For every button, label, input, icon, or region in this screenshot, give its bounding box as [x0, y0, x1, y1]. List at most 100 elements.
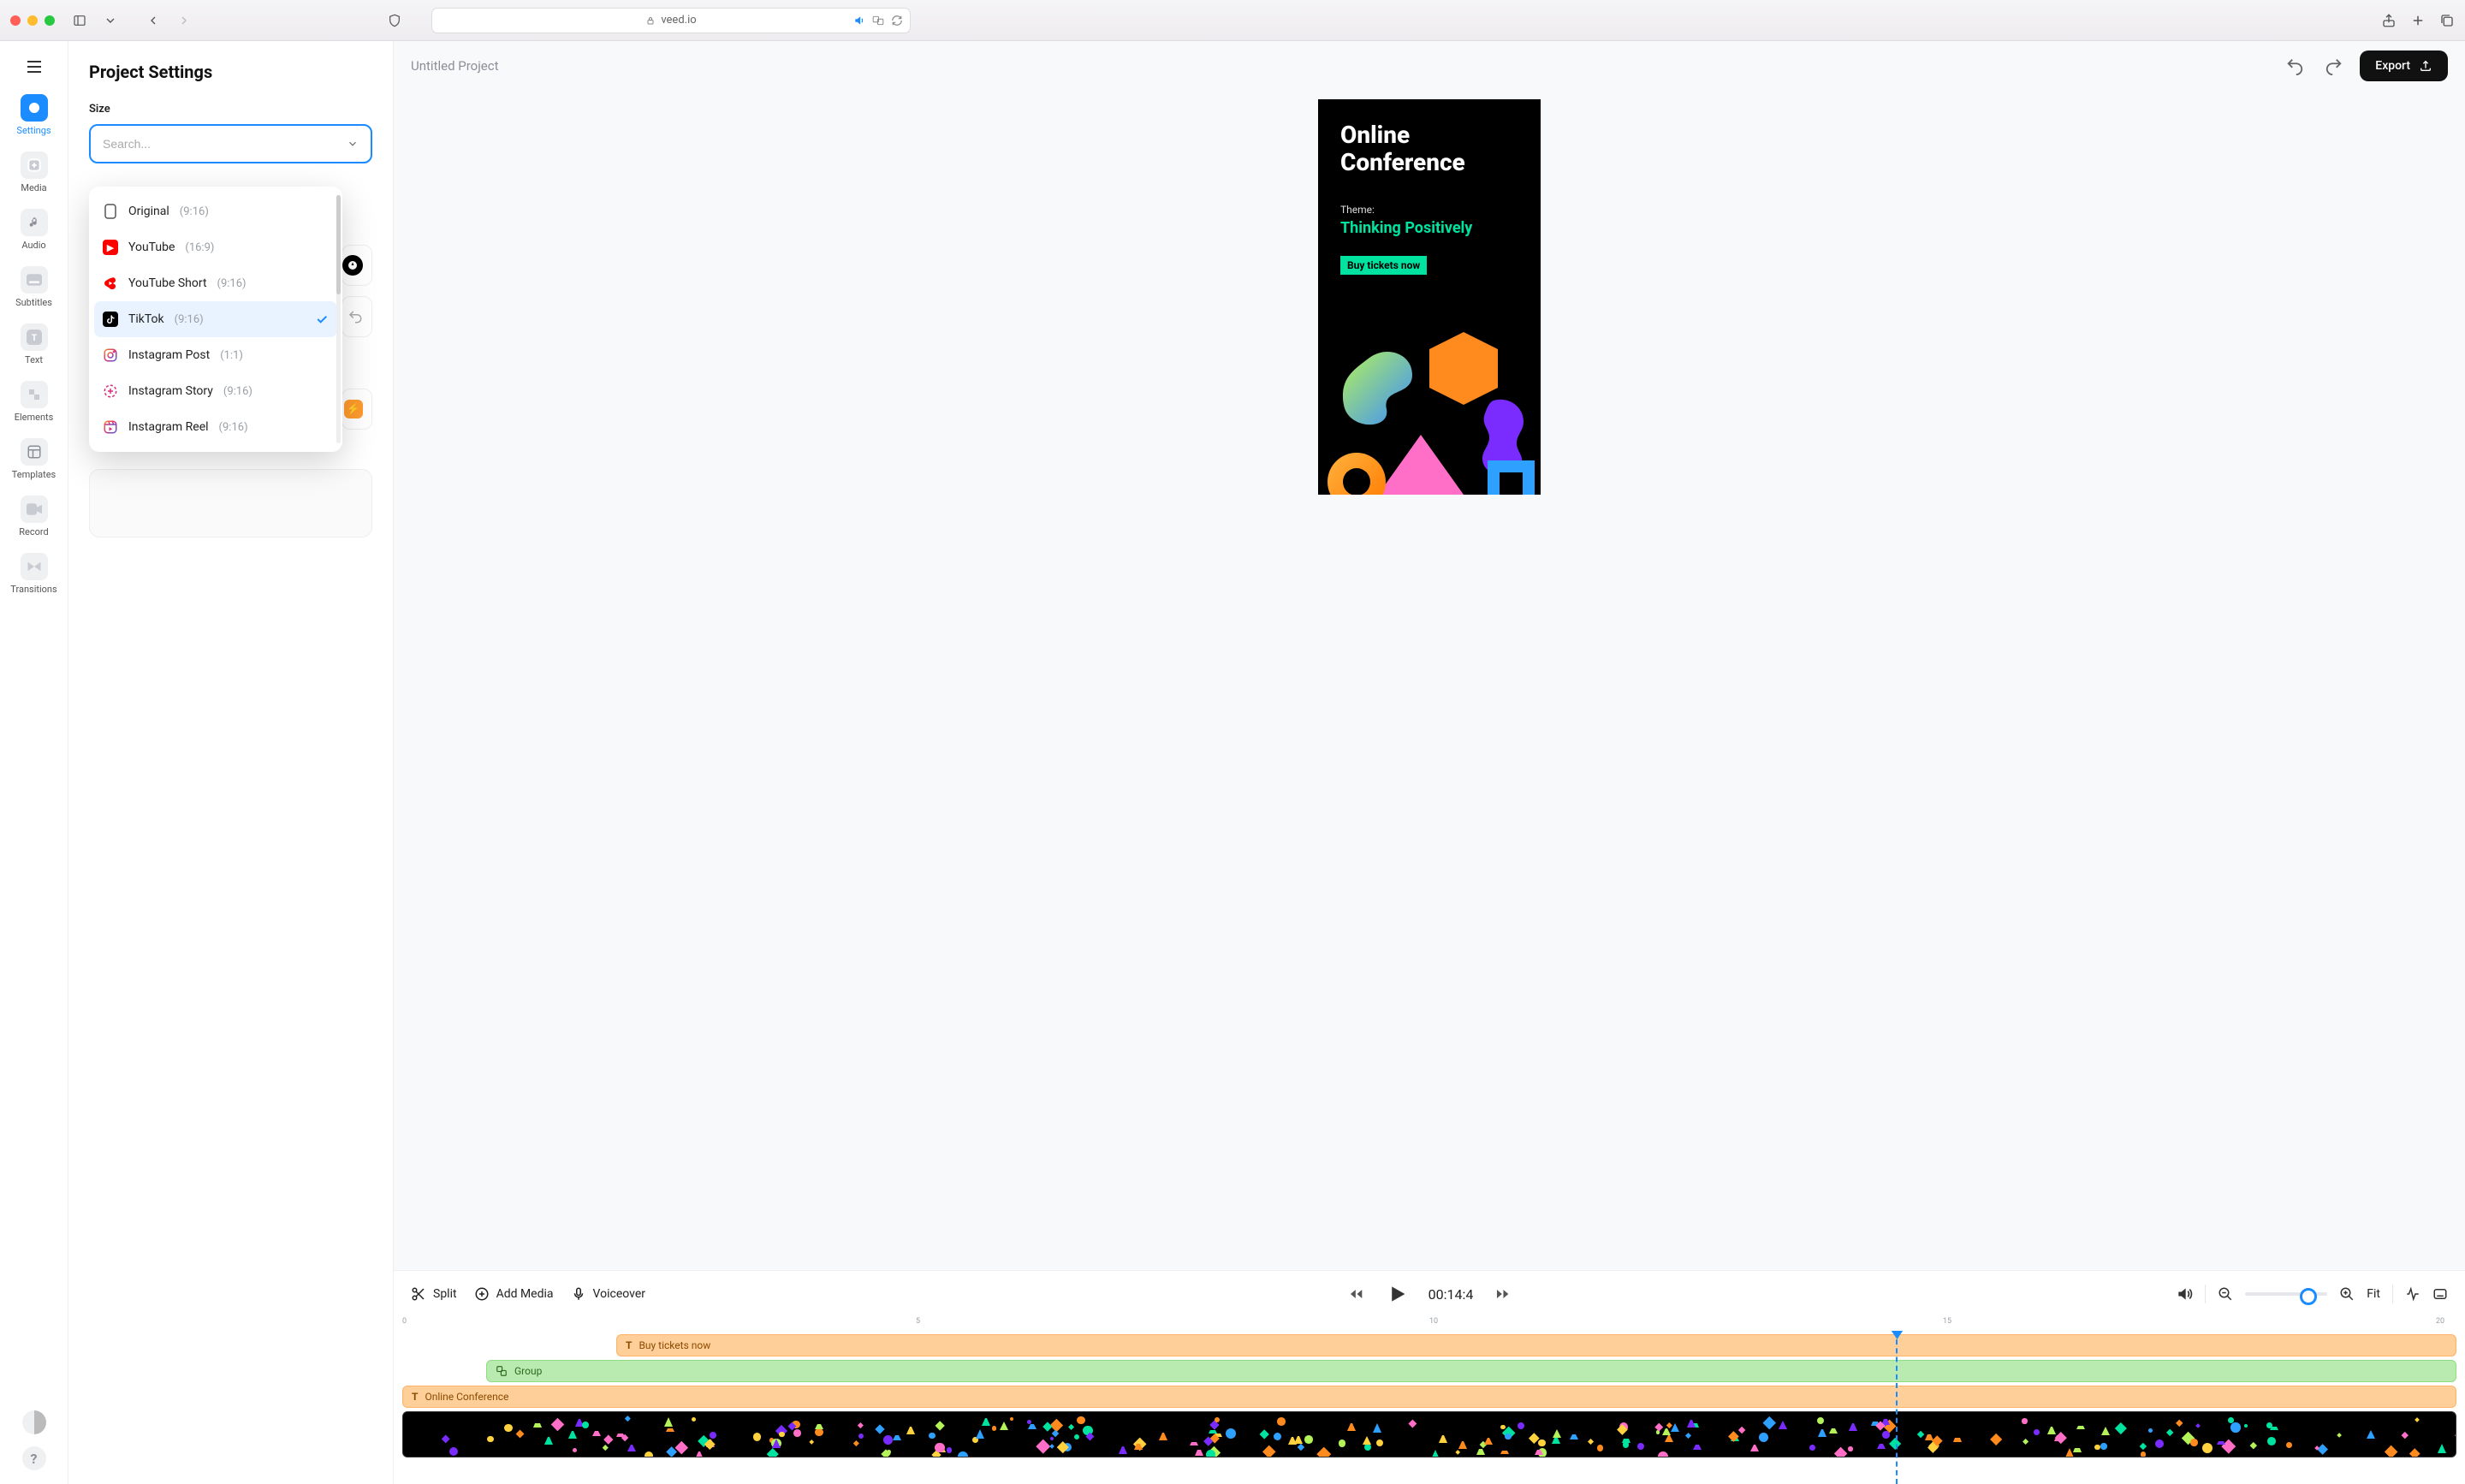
timeline-clip-group[interactable]: Group: [486, 1360, 2456, 1382]
video-thumbnails: [403, 1412, 2456, 1457]
panel-title: Project Settings: [89, 62, 372, 82]
sidebar-item-record[interactable]: Record: [0, 490, 68, 543]
sidebar-toggle-icon[interactable]: [68, 9, 91, 32]
timeline-clip-text[interactable]: T Buy tickets now: [616, 1334, 2456, 1356]
nav-forward-button: [173, 9, 195, 32]
timeline-ruler[interactable]: 0 5 10 15 20: [402, 1317, 2456, 1331]
option-label: YouTube Short: [128, 276, 207, 290]
tabs-icon[interactable]: [2439, 13, 2455, 28]
sidebar-item-subtitles[interactable]: Subtitles: [0, 261, 68, 313]
option-ratio: (9:16): [223, 385, 252, 398]
canvas-shapes: [1318, 324, 1541, 495]
timeline-toolbar: Split Add Media Voiceover 00:14:4: [394, 1271, 2465, 1317]
subtitles-icon: [21, 266, 48, 294]
undo-button[interactable]: [2281, 52, 2308, 80]
help-icon[interactable]: ?: [22, 1446, 46, 1470]
settings-button[interactable]: [2432, 1286, 2448, 1302]
youtube-icon: ▶: [103, 240, 118, 255]
sidebar-item-templates[interactable]: Templates: [0, 433, 68, 485]
size-search-input[interactable]: [103, 137, 347, 151]
size-option-original[interactable]: Original (9:16): [94, 193, 337, 229]
transitions-icon: [21, 553, 48, 580]
sidebar-item-label: Transitions: [10, 584, 56, 595]
size-label: Size: [89, 103, 372, 116]
sidebar-item-label: Audio: [21, 240, 45, 251]
app-root: Settings Media Audio Subtitles T Text El…: [0, 41, 2465, 1484]
sidebar-item-text[interactable]: T Text: [0, 318, 68, 371]
redo-button[interactable]: [2320, 52, 2348, 80]
timeline-clip-video[interactable]: [402, 1411, 2456, 1457]
zoom-in-button[interactable]: [2339, 1286, 2355, 1302]
phone-icon: [104, 204, 116, 219]
timeline-clip-text[interactable]: T Online Conference: [402, 1386, 2456, 1408]
progress-icon[interactable]: [22, 1410, 46, 1434]
music-icon: [21, 209, 48, 236]
zoom-out-button[interactable]: [2218, 1286, 2233, 1302]
reload-icon[interactable]: [891, 15, 903, 27]
window-controls[interactable]: [10, 15, 55, 26]
sidebar-item-elements[interactable]: Elements: [0, 376, 68, 428]
option-label: TikTok: [128, 312, 164, 326]
size-select[interactable]: [89, 124, 372, 163]
size-option-youtube-short[interactable]: YouTube Short (9:16): [94, 265, 337, 301]
background-color-swatch[interactable]: [342, 245, 372, 286]
size-option-youtube[interactable]: ▶ YouTube (16:9): [94, 229, 337, 265]
main-area: Untitled Project Export OnlineConference…: [394, 41, 2465, 1484]
split-button[interactable]: Split: [411, 1286, 457, 1302]
chevron-down-icon[interactable]: [99, 9, 122, 32]
settings-icon: [29, 103, 39, 113]
volume-button[interactable]: [2176, 1285, 2193, 1303]
size-option-instagram-story[interactable]: Instagram Story (9:16): [94, 373, 337, 409]
clip-label: Buy tickets now: [639, 1339, 710, 1351]
sidebar-item-label: Text: [25, 354, 43, 365]
setting-card[interactable]: ⚡: [342, 389, 372, 430]
tool-label: Add Media: [496, 1287, 554, 1301]
elements-icon: [21, 381, 48, 408]
add-media-button[interactable]: Add Media: [474, 1286, 554, 1302]
chevron-down-icon: [347, 138, 359, 150]
canvas-wrap: OnlineConference Theme: Thinking Positiv…: [394, 91, 2465, 1270]
setting-card[interactable]: [342, 296, 372, 337]
group-icon: [496, 1365, 508, 1377]
zoom-slider[interactable]: [2245, 1292, 2327, 1296]
fit-button[interactable]: Fit: [2367, 1287, 2380, 1301]
canvas-cta: Buy tickets now: [1340, 256, 1427, 275]
plus-icon: [21, 151, 48, 179]
shield-icon[interactable]: [383, 9, 406, 32]
translate-icon[interactable]: [872, 15, 884, 27]
video-canvas[interactable]: OnlineConference Theme: Thinking Positiv…: [1318, 99, 1541, 495]
nav-back-button[interactable]: [142, 9, 164, 32]
undo-icon: [347, 309, 363, 324]
option-ratio: (9:16): [175, 313, 204, 326]
sidebar-item-transitions[interactable]: Transitions: [0, 548, 68, 600]
voiceover-button[interactable]: Voiceover: [571, 1286, 645, 1302]
tiktok-icon: [103, 312, 118, 327]
plus-icon[interactable]: [2410, 13, 2426, 28]
skip-forward-button[interactable]: [1494, 1285, 1511, 1303]
skip-back-button[interactable]: [1348, 1285, 1365, 1303]
sidebar-item-audio[interactable]: Audio: [0, 204, 68, 256]
sidebar-item-media[interactable]: Media: [0, 146, 68, 199]
hamburger-icon[interactable]: [24, 56, 45, 77]
size-option-instagram-post[interactable]: Instagram Post (1:1): [94, 337, 337, 373]
share-icon[interactable]: [2381, 13, 2397, 28]
play-button[interactable]: [1386, 1283, 1408, 1305]
canvas-theme-text: Thinking Positively: [1340, 219, 1518, 237]
option-label: Original: [128, 205, 169, 218]
sidebar-item-settings[interactable]: Settings: [0, 89, 68, 141]
project-title[interactable]: Untitled Project: [411, 58, 499, 74]
size-option-instagram-reel[interactable]: Instagram Reel (9:16): [94, 409, 337, 445]
speaker-icon[interactable]: [853, 15, 865, 27]
url-bar[interactable]: veed.io: [431, 8, 911, 33]
size-option-tiktok[interactable]: TikTok (9:16): [94, 301, 337, 337]
export-button[interactable]: Export: [2360, 50, 2448, 81]
left-rail: Settings Media Audio Subtitles T Text El…: [0, 41, 68, 1484]
export-label: Export: [2375, 59, 2410, 73]
sidebar-item-label: Media: [21, 182, 46, 193]
waveform-button[interactable]: [2405, 1286, 2420, 1302]
scrollbar[interactable]: [336, 195, 341, 443]
setting-card[interactable]: [89, 469, 372, 537]
youtube-shorts-icon: [103, 276, 118, 291]
mic-icon: [571, 1286, 586, 1302]
playhead[interactable]: [1896, 1331, 1898, 1484]
